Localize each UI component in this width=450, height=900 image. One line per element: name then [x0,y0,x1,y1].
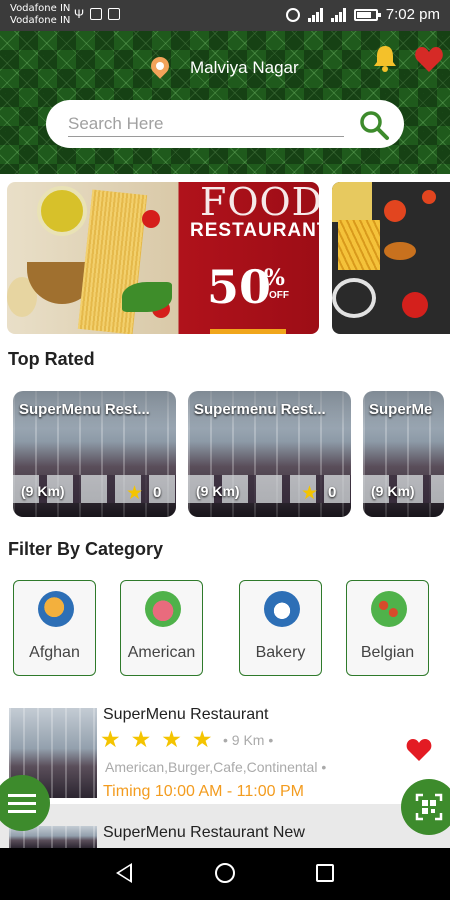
category-american[interactable]: American [120,580,203,676]
banner-tomato [142,210,160,228]
scan-fab-button[interactable] [401,779,450,835]
card-distance: (9 Km) [21,483,65,499]
top-rated-card[interactable]: SuperMenu Rest... (9 Km) ★ 0 [13,391,176,517]
banner2-tomato [384,200,406,222]
star-icon: ★ [191,726,213,752]
search-bar [46,100,404,148]
banner2-pepper [402,292,428,318]
card-distance: (9 Km) [371,483,415,499]
filter-by-category-title: Filter By Category [8,539,164,559]
category-label: Afghan [29,644,80,661]
top-rated-card[interactable]: Supermenu Rest... (9 Km) ★ 0 [188,391,351,517]
alarm-icon [285,7,300,22]
banner-oil-image [37,186,87,236]
star-icon: ★ [126,483,144,504]
card-name: SuperMenu Rest... [19,401,150,418]
system-navigation-bar [0,848,450,900]
banner-discount: 50 [207,260,272,314]
signal-icon [307,7,323,22]
card-name: SuperMe [369,401,433,418]
image-notification-icon [90,8,103,20]
restaurant-timing: Timing 10:00 AM - 11:00 PM [103,783,304,800]
restaurant-cuisines: American,Burger,Cafe,Continental • [105,759,327,775]
restaurant-name[interactable]: SuperMenu Restaurant [103,706,268,724]
bell-icon[interactable] [370,43,400,73]
card-distance: (9 Km) [196,483,240,499]
favorite-heart-icon[interactable] [406,738,432,762]
category-label: Belgian [360,644,415,661]
location-label[interactable]: Malviya Nagar [190,58,299,78]
banner2-bowl [332,182,372,222]
category-afghan[interactable]: Afghan [13,580,96,676]
restaurant-name[interactable]: SuperMenu Restaurant New [103,824,305,842]
banner-accent-bar [210,329,286,334]
back-icon[interactable] [116,863,132,883]
card-rating: 0 [153,484,162,501]
belgian-food-icon [371,591,407,627]
banner-pasta-image [77,189,148,334]
card-rating: 0 [328,484,337,501]
status-bar: Vodafone IN Vodafone IN Ψ 7:02 pm [0,0,450,31]
signal-2-icon [330,7,346,22]
home-icon[interactable] [215,863,235,883]
status-right: 7:02 pm [285,6,440,23]
american-food-icon [145,591,181,627]
battery-icon [353,8,381,21]
qr-scan-icon [415,793,443,821]
carrier-info: Vodafone IN Vodafone IN [10,3,70,27]
header: Malviya Nagar [0,31,450,174]
banner-off: OFF [269,290,289,301]
top-rated-title: Top Rated [8,349,95,369]
mail-icon [108,8,121,20]
hamburger-line [8,802,36,805]
banner2-fries [338,220,380,270]
banner2-tomato [422,190,436,204]
card-name: Supermenu Rest... [194,401,326,418]
star-icon: ★ [100,726,121,752]
restaurant-distance: • 9 Km • [223,732,274,748]
afghan-food-icon [38,591,74,627]
hamburger-line [8,794,36,797]
top-rated-card[interactable]: SuperMe (9 Km) [363,391,444,517]
star-icon: ★ [161,726,182,752]
usb-icon: Ψ [74,7,85,21]
banner2-onion-ring [332,278,376,318]
rating-stars: ★ ★ ★ ★ [100,727,213,751]
category-bakery[interactable]: Bakery [239,580,322,676]
recent-apps-icon[interactable] [316,864,334,882]
promo-banner-platter[interactable] [332,182,450,334]
carrier-2: Vodafone IN [10,15,71,26]
clock: 7:02 pm [385,6,440,23]
hamburger-line [8,810,36,813]
category-label: American [127,644,196,661]
banner2-chicken-leg [384,242,416,260]
promo-banner-food-restaurant[interactable]: FOOD RESTAURANT 50 % OFF [7,182,319,334]
category-belgian[interactable]: Belgian [346,580,429,676]
search-underline [68,136,344,137]
category-label: Bakery [255,644,306,661]
banner-title: FOOD [200,182,319,224]
bakery-icon [264,591,300,627]
star-icon: ★ [301,483,319,504]
carrier-1: Vodafone IN [10,3,71,14]
search-input[interactable] [68,110,344,138]
banner-percent: % [264,265,285,291]
notification-icons: Ψ [74,7,121,21]
star-icon: ★ [130,726,152,752]
search-icon[interactable] [358,109,390,141]
banner-subtitle: RESTAURANT [190,220,319,241]
heart-icon[interactable] [414,45,444,73]
location-pin-icon [147,53,173,79]
banner-basil-image [122,282,172,312]
